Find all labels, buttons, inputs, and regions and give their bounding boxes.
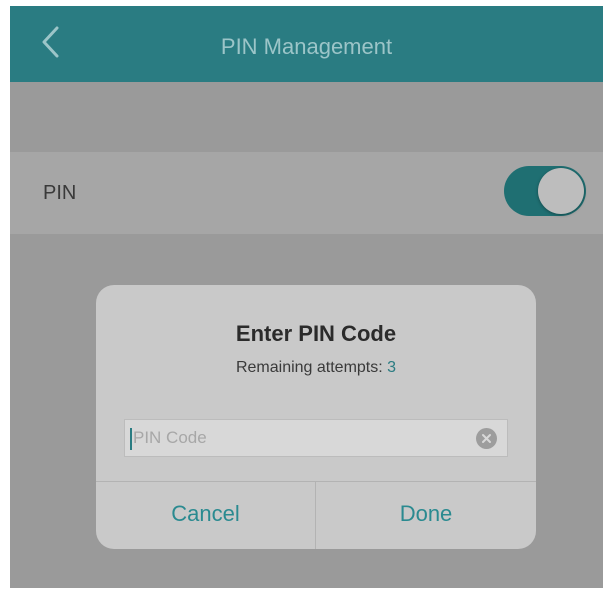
clear-icon[interactable] <box>476 428 497 449</box>
dialog-buttons: Cancel Done <box>96 481 536 549</box>
done-button[interactable]: Done <box>316 482 536 549</box>
remaining-attempts: Remaining attempts: 3 <box>96 359 536 377</box>
remaining-attempts-count: 3 <box>387 359 397 376</box>
pin-label: PIN <box>43 182 77 204</box>
nav-bar: PIN Management <box>10 6 603 82</box>
cancel-button[interactable]: Cancel <box>96 482 316 549</box>
enter-pin-dialog: Enter PIN Code Remaining attempts: 3 Can… <box>96 285 536 549</box>
page-title: PIN Management <box>220 34 393 59</box>
app-screen: PIN Management PIN Enter PIN Code Remain… <box>10 6 603 588</box>
toggle-knob <box>538 168 584 214</box>
remaining-attempts-label: Remaining attempts: <box>235 359 383 376</box>
pin-code-input[interactable] <box>125 420 473 456</box>
dialog-title: Enter PIN Code <box>235 321 397 346</box>
pin-toggle[interactable] <box>504 166 586 216</box>
pin-code-field[interactable] <box>124 419 508 457</box>
